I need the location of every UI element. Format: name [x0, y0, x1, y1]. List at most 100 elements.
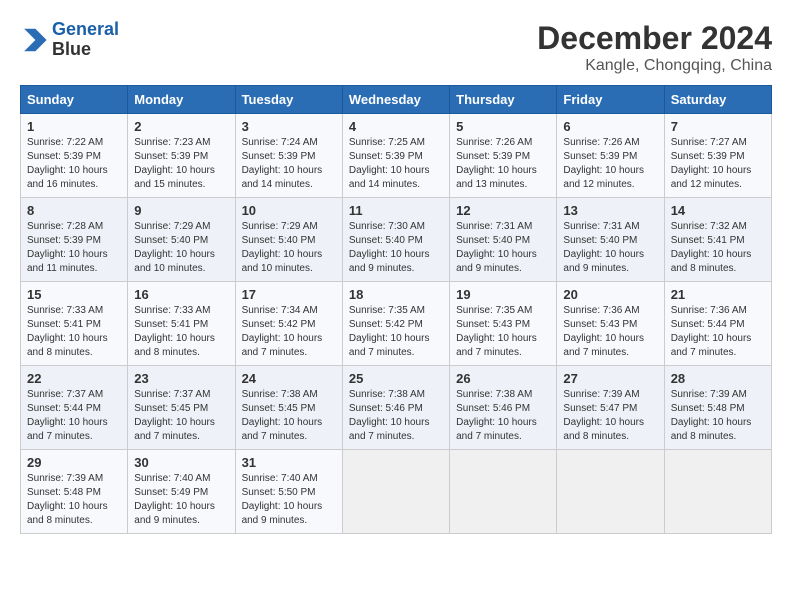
day-number: 11 [349, 203, 443, 218]
day-number: 28 [671, 371, 765, 386]
day-info: Sunrise: 7:38 AM Sunset: 5:46 PM Dayligh… [456, 388, 550, 444]
day-number: 27 [563, 371, 657, 386]
day-info: Sunrise: 7:40 AM Sunset: 5:49 PM Dayligh… [134, 472, 228, 528]
day-info: Sunrise: 7:38 AM Sunset: 5:46 PM Dayligh… [349, 388, 443, 444]
day-info: Sunrise: 7:39 AM Sunset: 5:47 PM Dayligh… [563, 388, 657, 444]
day-number: 13 [563, 203, 657, 218]
calendar-cell: 22 Sunrise: 7:37 AM Sunset: 5:44 PM Dayli… [21, 366, 128, 450]
calendar-header-wednesday: Wednesday [342, 86, 449, 114]
day-number: 23 [134, 371, 228, 386]
day-number: 18 [349, 287, 443, 302]
day-number: 2 [134, 119, 228, 134]
calendar-cell: 2 Sunrise: 7:23 AM Sunset: 5:39 PM Daylig… [128, 114, 235, 198]
day-info: Sunrise: 7:36 AM Sunset: 5:44 PM Dayligh… [671, 304, 765, 360]
calendar-cell: 12 Sunrise: 7:31 AM Sunset: 5:40 PM Dayli… [450, 198, 557, 282]
day-info: Sunrise: 7:29 AM Sunset: 5:40 PM Dayligh… [242, 220, 336, 276]
day-number: 16 [134, 287, 228, 302]
calendar-cell: 17 Sunrise: 7:34 AM Sunset: 5:42 PM Dayli… [235, 282, 342, 366]
day-number: 3 [242, 119, 336, 134]
calendar-cell: 27 Sunrise: 7:39 AM Sunset: 5:47 PM Dayli… [557, 366, 664, 450]
day-number: 10 [242, 203, 336, 218]
day-number: 29 [27, 455, 121, 470]
calendar-cell: 8 Sunrise: 7:28 AM Sunset: 5:39 PM Daylig… [21, 198, 128, 282]
day-info: Sunrise: 7:33 AM Sunset: 5:41 PM Dayligh… [134, 304, 228, 360]
calendar-header-row: SundayMondayTuesdayWednesdayThursdayFrid… [21, 86, 772, 114]
calendar-cell: 5 Sunrise: 7:26 AM Sunset: 5:39 PM Daylig… [450, 114, 557, 198]
day-info: Sunrise: 7:32 AM Sunset: 5:41 PM Dayligh… [671, 220, 765, 276]
day-info: Sunrise: 7:40 AM Sunset: 5:50 PM Dayligh… [242, 472, 336, 528]
day-info: Sunrise: 7:34 AM Sunset: 5:42 PM Dayligh… [242, 304, 336, 360]
calendar-cell: 23 Sunrise: 7:37 AM Sunset: 5:45 PM Dayli… [128, 366, 235, 450]
calendar-week-5: 29 Sunrise: 7:39 AM Sunset: 5:48 PM Dayli… [21, 450, 772, 534]
day-number: 20 [563, 287, 657, 302]
calendar-cell [557, 450, 664, 534]
title-block: December 2024 Kangle, Chongqing, China [537, 20, 772, 75]
location: Kangle, Chongqing, China [537, 57, 772, 75]
day-info: Sunrise: 7:36 AM Sunset: 5:43 PM Dayligh… [563, 304, 657, 360]
day-info: Sunrise: 7:35 AM Sunset: 5:43 PM Dayligh… [456, 304, 550, 360]
day-number: 6 [563, 119, 657, 134]
day-info: Sunrise: 7:29 AM Sunset: 5:40 PM Dayligh… [134, 220, 228, 276]
calendar-header-tuesday: Tuesday [235, 86, 342, 114]
calendar-cell: 29 Sunrise: 7:39 AM Sunset: 5:48 PM Dayli… [21, 450, 128, 534]
day-info: Sunrise: 7:37 AM Sunset: 5:44 PM Dayligh… [27, 388, 121, 444]
calendar-cell: 25 Sunrise: 7:38 AM Sunset: 5:46 PM Dayli… [342, 366, 449, 450]
calendar-cell [342, 450, 449, 534]
day-number: 25 [349, 371, 443, 386]
page-header: GeneralBlue December 2024 Kangle, Chongq… [20, 20, 772, 75]
calendar-cell: 18Sunrise: 7:35 AM Sunset: 5:42 PM Dayli… [342, 282, 449, 366]
day-info: Sunrise: 7:30 AM Sunset: 5:40 PM Dayligh… [349, 220, 443, 276]
calendar-week-2: 8 Sunrise: 7:28 AM Sunset: 5:39 PM Daylig… [21, 198, 772, 282]
calendar-cell: 20 Sunrise: 7:36 AM Sunset: 5:43 PM Dayli… [557, 282, 664, 366]
calendar-cell: 11 Sunrise: 7:30 AM Sunset: 5:40 PM Dayli… [342, 198, 449, 282]
calendar-cell: 10 Sunrise: 7:29 AM Sunset: 5:40 PM Dayli… [235, 198, 342, 282]
day-number: 1 [27, 119, 121, 134]
calendar-cell: 3 Sunrise: 7:24 AM Sunset: 5:39 PM Daylig… [235, 114, 342, 198]
month-year: December 2024 [537, 20, 772, 57]
calendar-cell [664, 450, 771, 534]
day-number: 15 [27, 287, 121, 302]
day-number: 4 [349, 119, 443, 134]
calendar-header-sunday: Sunday [21, 86, 128, 114]
day-info: Sunrise: 7:38 AM Sunset: 5:45 PM Dayligh… [242, 388, 336, 444]
day-info: Sunrise: 7:26 AM Sunset: 5:39 PM Dayligh… [563, 136, 657, 192]
calendar-header-monday: Monday [128, 86, 235, 114]
day-info: Sunrise: 7:27 AM Sunset: 5:39 PM Dayligh… [671, 136, 765, 192]
day-info: Sunrise: 7:26 AM Sunset: 5:39 PM Dayligh… [456, 136, 550, 192]
calendar-cell: 1 Sunrise: 7:22 AM Sunset: 5:39 PM Daylig… [21, 114, 128, 198]
calendar-table: SundayMondayTuesdayWednesdayThursdayFrid… [20, 85, 772, 534]
day-info: Sunrise: 7:25 AM Sunset: 5:39 PM Dayligh… [349, 136, 443, 192]
calendar-cell: 19Sunrise: 7:35 AM Sunset: 5:43 PM Dayli… [450, 282, 557, 366]
calendar-header-thursday: Thursday [450, 86, 557, 114]
day-number: 22 [27, 371, 121, 386]
calendar-cell: 28Sunrise: 7:39 AM Sunset: 5:48 PM Dayli… [664, 366, 771, 450]
calendar-header-friday: Friday [557, 86, 664, 114]
calendar-cell: 26 Sunrise: 7:38 AM Sunset: 5:46 PM Dayli… [450, 366, 557, 450]
day-info: Sunrise: 7:31 AM Sunset: 5:40 PM Dayligh… [456, 220, 550, 276]
logo-icon [20, 26, 48, 54]
day-number: 31 [242, 455, 336, 470]
calendar-cell: 24Sunrise: 7:38 AM Sunset: 5:45 PM Dayli… [235, 366, 342, 450]
calendar-cell: 13 Sunrise: 7:31 AM Sunset: 5:40 PM Dayli… [557, 198, 664, 282]
day-number: 12 [456, 203, 550, 218]
day-number: 9 [134, 203, 228, 218]
calendar-week-3: 15 Sunrise: 7:33 AM Sunset: 5:41 PM Dayli… [21, 282, 772, 366]
calendar-cell [450, 450, 557, 534]
day-number: 17 [242, 287, 336, 302]
calendar-cell: 21Sunrise: 7:36 AM Sunset: 5:44 PM Dayli… [664, 282, 771, 366]
day-number: 8 [27, 203, 121, 218]
calendar-cell: 4 Sunrise: 7:25 AM Sunset: 5:39 PM Daylig… [342, 114, 449, 198]
day-info: Sunrise: 7:37 AM Sunset: 5:45 PM Dayligh… [134, 388, 228, 444]
day-info: Sunrise: 7:23 AM Sunset: 5:39 PM Dayligh… [134, 136, 228, 192]
day-info: Sunrise: 7:28 AM Sunset: 5:39 PM Dayligh… [27, 220, 121, 276]
day-info: Sunrise: 7:24 AM Sunset: 5:39 PM Dayligh… [242, 136, 336, 192]
calendar-cell: 9 Sunrise: 7:29 AM Sunset: 5:40 PM Daylig… [128, 198, 235, 282]
day-info: Sunrise: 7:22 AM Sunset: 5:39 PM Dayligh… [27, 136, 121, 192]
calendar-week-1: 1 Sunrise: 7:22 AM Sunset: 5:39 PM Daylig… [21, 114, 772, 198]
day-number: 26 [456, 371, 550, 386]
day-info: Sunrise: 7:31 AM Sunset: 5:40 PM Dayligh… [563, 220, 657, 276]
calendar-cell: 7Sunrise: 7:27 AM Sunset: 5:39 PM Daylig… [664, 114, 771, 198]
day-number: 5 [456, 119, 550, 134]
calendar-week-4: 22 Sunrise: 7:37 AM Sunset: 5:44 PM Dayli… [21, 366, 772, 450]
day-info: Sunrise: 7:39 AM Sunset: 5:48 PM Dayligh… [27, 472, 121, 528]
